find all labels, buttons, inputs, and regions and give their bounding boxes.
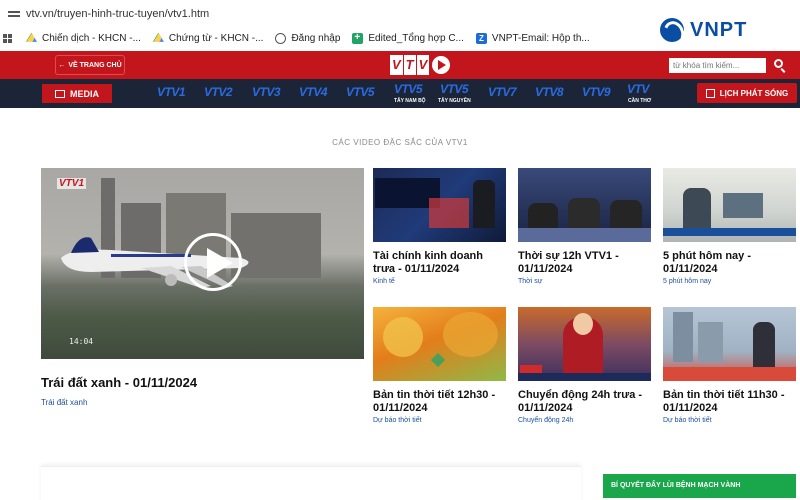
featured-video-player[interactable]: VTV1 14:04 — [41, 168, 364, 359]
featured-video-category[interactable]: Trái đất xanh — [41, 398, 87, 407]
arrow-left-icon: ← — [58, 61, 66, 69]
home-button-label: VỀ TRANG CHỦ — [68, 61, 122, 69]
site-info-icon[interactable] — [8, 9, 20, 19]
building-shape — [673, 312, 693, 362]
channel-vtv4[interactable]: VTV4 — [299, 85, 328, 99]
play-icon[interactable] — [184, 233, 242, 291]
calendar-icon — [705, 88, 715, 98]
channel-vtv2[interactable]: VTV2 — [204, 85, 233, 99]
video-card[interactable]: Chuyển động 24h trưa - 01/11/2024 Chuyển… — [518, 307, 651, 424]
channel-badge: VTV1 — [57, 178, 87, 189]
channel-vtv5-tay-nguyen[interactable]: VTV5 — [440, 82, 469, 96]
video-card-title[interactable]: 5 phút hôm nay - 01/11/2024 — [663, 250, 796, 276]
bookmark-label: VNPT-Email: Hộp th... — [491, 32, 590, 44]
home-button[interactable]: ← VỀ TRANG CHỦ — [55, 55, 125, 75]
anchor-figure — [473, 180, 495, 228]
chart-graphic — [429, 198, 469, 228]
drive-icon — [26, 32, 37, 42]
channel-vtv1[interactable]: VTV1 — [157, 85, 186, 99]
apps-grid-icon[interactable] — [3, 33, 12, 43]
bookmark-item[interactable]: Z VNPT-Email: Hộp th... — [475, 32, 590, 44]
channel-vtv5[interactable]: VTV5 — [346, 85, 375, 99]
sheets-icon — [352, 32, 364, 44]
video-card[interactable]: Bản tin thời tiết 12h30 - 01/11/2024 Dự … — [373, 307, 506, 424]
featured-video-title[interactable]: Trái đất xanh - 01/11/2024 — [41, 375, 197, 390]
schedule-label: LỊCH PHÁT SÓNG — [719, 88, 789, 98]
channel-sub-label: CẦN THƠ — [628, 98, 652, 104]
video-card[interactable]: Thời sự 12h VTV1 - 01/11/2024 Thời sự — [518, 168, 651, 285]
video-card[interactable]: Bản tin thời tiết 11h30 - 01/11/2024 Dự … — [663, 307, 796, 424]
bookmark-label: Chứng từ - KHCN -... — [168, 32, 264, 44]
video-card-title[interactable]: Bản tin thời tiết 12h30 - 01/11/2024 — [373, 389, 506, 415]
vtv-header: ← VỀ TRANG CHỦ V T V — [0, 51, 800, 79]
bookmark-item[interactable]: Chiến dịch - KHCN -... — [26, 32, 141, 44]
logo-letter: T — [403, 55, 416, 75]
search-icon[interactable] — [774, 59, 783, 68]
video-card-title[interactable]: Thời sự 12h VTV1 - 01/11/2024 — [518, 250, 651, 276]
video-card-title[interactable]: Bản tin thời tiết 11h30 - 01/11/2024 — [663, 389, 796, 415]
bookmark-item[interactable]: Edited_Tổng hợp C... — [352, 32, 464, 44]
video-thumbnail[interactable] — [663, 168, 796, 242]
channel-sub-label: TÂY NAM BỘ — [394, 98, 426, 104]
video-card-category[interactable]: 5 phút hôm nay — [663, 278, 796, 285]
vnpt-logo: VNPT — [660, 18, 747, 42]
logo-letter: V — [390, 55, 403, 75]
globe-icon — [275, 32, 287, 44]
vnpt-logo-text: VNPT — [690, 18, 748, 41]
channel-vtv5-tay-nam-bo[interactable]: VTV5 — [394, 82, 423, 96]
bookmark-label: Edited_Tổng hợp C... — [368, 32, 464, 44]
caption-strip — [518, 373, 651, 381]
drive-icon — [152, 32, 164, 42]
video-card[interactable]: 5 phút hôm nay - 01/11/2024 5 phút hôm n… — [663, 168, 796, 285]
caption-strip — [663, 367, 796, 381]
bookmark-item[interactable]: Chứng từ - KHCN -... — [152, 32, 264, 44]
content-divider — [41, 466, 581, 500]
tree-shape — [443, 312, 498, 357]
caption-strip — [663, 228, 796, 236]
bookmark-label: Chiến dịch - KHCN -... — [42, 32, 141, 44]
url-text[interactable]: vtv.vn/truyen-hinh-truc-tuyen/vtv1.htm — [26, 8, 209, 20]
bookmark-label: Đăng nhập — [291, 32, 341, 44]
leaf-shape — [430, 352, 446, 368]
video-card-category[interactable]: Dự báo thời tiết — [373, 417, 506, 424]
bookmark-item[interactable]: Đăng nhập — [275, 32, 341, 44]
video-thumbnail[interactable] — [373, 307, 506, 381]
person-figure — [683, 188, 711, 228]
video-card-category[interactable]: Dự báo thời tiết — [663, 417, 796, 424]
video-thumbnail[interactable] — [373, 168, 506, 242]
logo-play-icon — [432, 56, 451, 74]
video-card[interactable]: Tài chính kinh doanh trưa - 01/11/2024 K… — [373, 168, 506, 285]
channel-vtv9[interactable]: VTV9 — [582, 85, 611, 99]
media-button[interactable]: MEDIA — [42, 84, 112, 103]
video-card-category[interactable]: Kinh tế — [373, 278, 506, 285]
building-shape — [698, 322, 723, 362]
video-card-category[interactable]: Thời sự — [518, 278, 651, 285]
media-icon — [55, 89, 65, 98]
video-thumbnail[interactable] — [663, 307, 796, 381]
video-card-category[interactable]: Chuyển động 24h — [518, 417, 651, 424]
tree-shape — [383, 317, 423, 357]
section-title: CÁC VIDEO ĐẶC SẮC CỦA VTV1 — [332, 138, 468, 147]
channel-vtv3[interactable]: VTV3 — [252, 85, 281, 99]
channel-vtv7[interactable]: VTV7 — [488, 85, 517, 99]
channel-sub-label: TÂY NGUYÊN — [438, 98, 471, 104]
video-thumbnail[interactable] — [518, 168, 651, 242]
video-card-title[interactable]: Chuyển động 24h trưa - 01/11/2024 — [518, 389, 651, 415]
anchor-face — [573, 313, 593, 335]
z-icon: Z — [475, 32, 487, 44]
media-label: MEDIA — [70, 88, 99, 99]
table-shape — [518, 228, 651, 242]
video-thumbnail[interactable] — [518, 307, 651, 381]
search-input[interactable] — [669, 58, 766, 73]
monitor-shape — [723, 193, 763, 218]
channel-vtv-can-tho[interactable]: VTV — [627, 82, 649, 96]
channel-vtv8[interactable]: VTV8 — [535, 85, 564, 99]
logo-letter: V — [416, 55, 430, 75]
promo-banner[interactable]: BÍ QUYẾT ĐẨY LÙI BỆNH MẠCH VÀNH — [603, 474, 796, 498]
schedule-button[interactable]: LỊCH PHÁT SÓNG — [697, 83, 797, 103]
video-card-title[interactable]: Tài chính kinh doanh trưa - 01/11/2024 — [373, 250, 506, 276]
vtv-logo[interactable]: V T V — [390, 55, 451, 75]
vnpt-mark-icon — [660, 18, 684, 42]
video-timecode: 14:04 — [69, 337, 94, 346]
